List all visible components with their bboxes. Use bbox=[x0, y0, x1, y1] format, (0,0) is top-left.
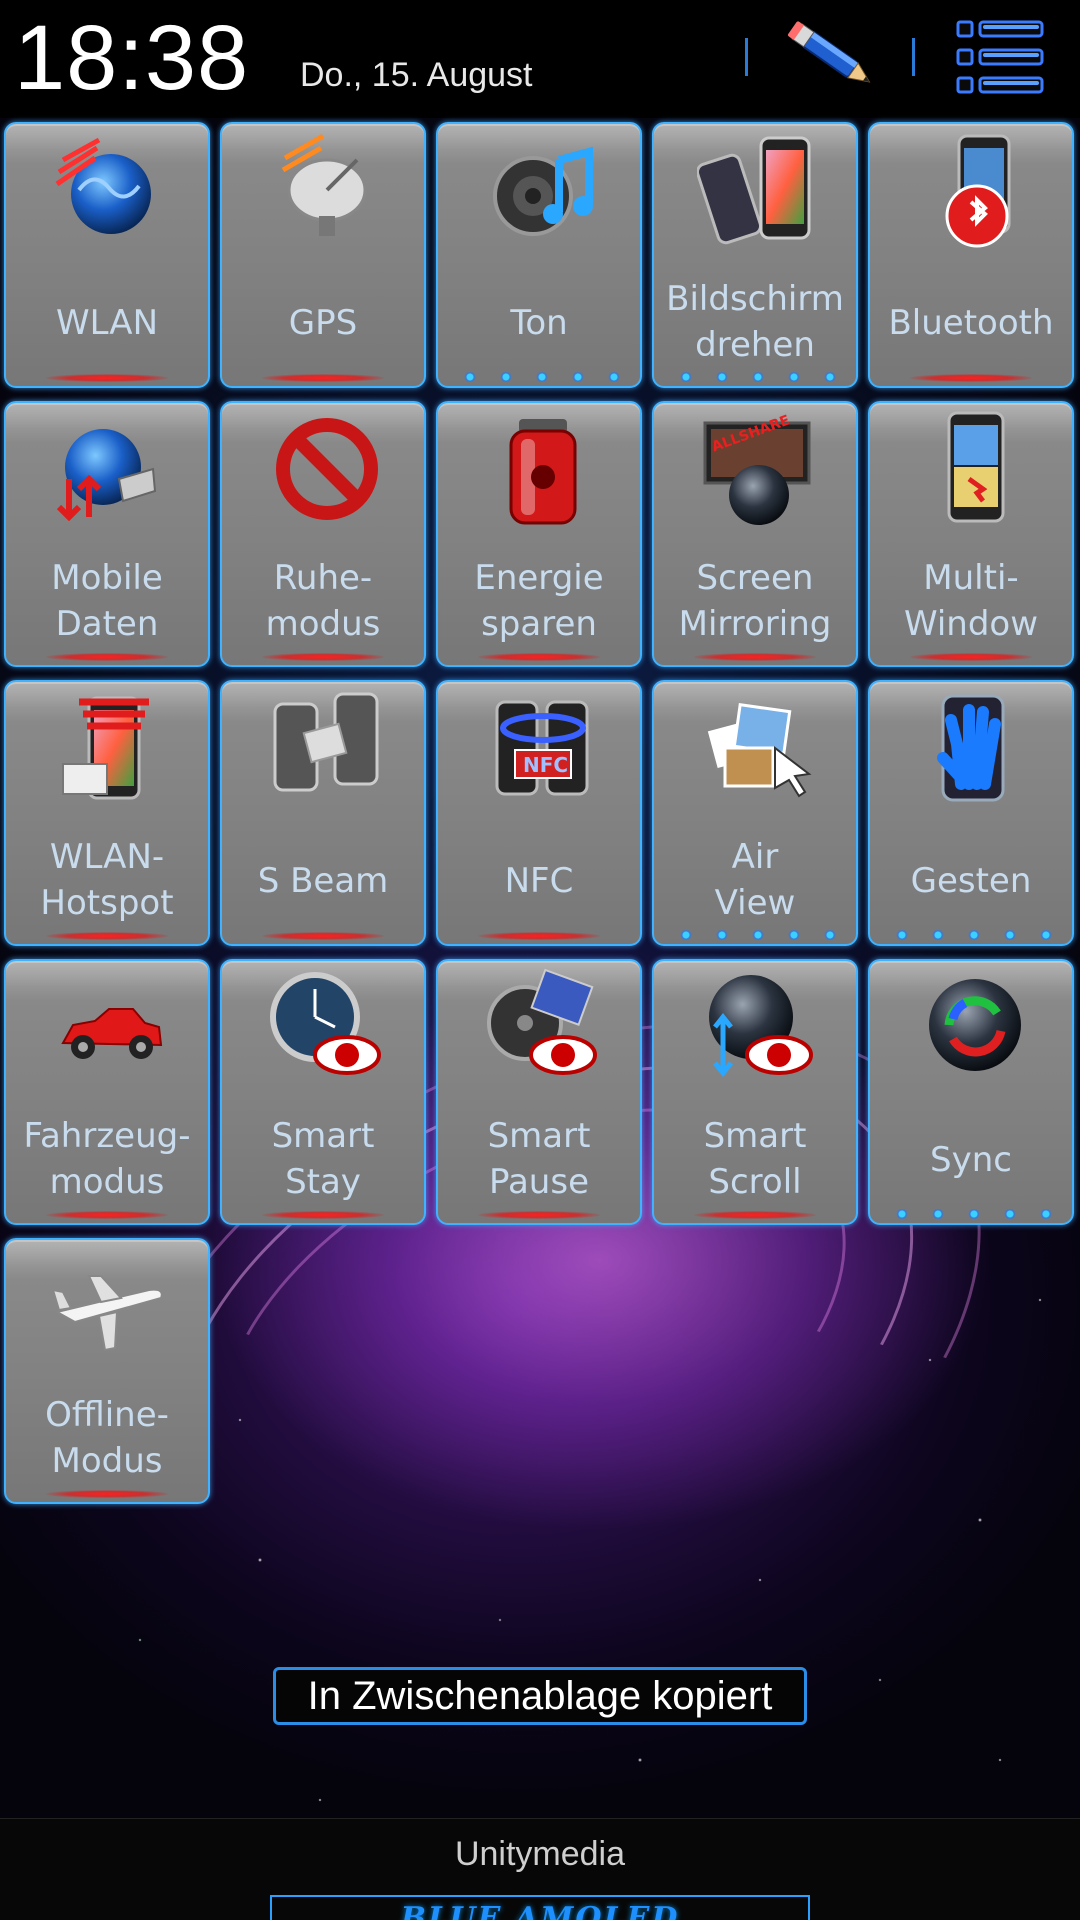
status-indicator-red bbox=[262, 374, 384, 382]
tile-label: Mobile Daten bbox=[51, 558, 163, 644]
brand-logo: BLUE AMOLED bbox=[400, 1901, 680, 1920]
quick-toggle-tile[interactable]: Air View bbox=[652, 680, 858, 946]
tile-label: Screen Mirroring bbox=[678, 558, 832, 644]
smart-scroll-eye-icon bbox=[697, 967, 817, 1087]
tile-label: Sync bbox=[930, 1140, 1012, 1180]
quick-toggle-tile[interactable]: Bildschirm drehen bbox=[652, 122, 858, 388]
hand-gesture-icon bbox=[913, 688, 1033, 808]
tile-label: Smart Stay bbox=[271, 1116, 375, 1202]
divider bbox=[912, 38, 915, 76]
svg-text:NFC: NFC bbox=[523, 753, 568, 777]
status-indicator-blue bbox=[668, 372, 842, 382]
tile-label: Ton bbox=[510, 303, 568, 343]
tile-label: Energie sparen bbox=[474, 558, 604, 644]
quick-toggle-tile[interactable]: ALLSHARE Screen Mirroring bbox=[652, 401, 858, 667]
tile-label: NFC bbox=[504, 861, 574, 901]
quick-toggle-tile[interactable]: Multi- Window bbox=[868, 401, 1074, 667]
quick-toggle-tile[interactable]: GPS bbox=[220, 122, 426, 388]
quick-toggle-tile[interactable]: Smart Stay bbox=[220, 959, 426, 1225]
quick-toggle-tile[interactable]: Smart Pause bbox=[436, 959, 642, 1225]
quick-toggle-tile[interactable]: Energie sparen bbox=[436, 401, 642, 667]
status-indicator-blue bbox=[452, 372, 626, 382]
smart-pause-eye-icon bbox=[481, 967, 601, 1087]
tile-label: Smart Pause bbox=[487, 1116, 591, 1202]
quick-toggle-tile[interactable]: Mobile Daten bbox=[4, 401, 210, 667]
footer: Unitymedia BLUE AMOLED bbox=[0, 1818, 1080, 1920]
status-indicator-red bbox=[694, 653, 816, 661]
car-icon bbox=[49, 967, 169, 1087]
status-indicator-blue bbox=[668, 930, 842, 940]
mobile-data-icon bbox=[49, 409, 169, 529]
status-header: 18:38 Do., 15. August bbox=[0, 0, 1080, 118]
quick-toggle-tile[interactable]: Gesten bbox=[868, 680, 1074, 946]
status-indicator-red bbox=[262, 932, 384, 940]
tile-label: Offline- Modus bbox=[45, 1395, 169, 1481]
status-indicator-red bbox=[46, 653, 168, 661]
satellite-dish-icon bbox=[265, 130, 385, 250]
status-indicator-red bbox=[262, 1211, 384, 1219]
status-indicator-red bbox=[46, 374, 168, 382]
tile-label: Air View bbox=[714, 837, 796, 923]
divider bbox=[745, 38, 748, 76]
screen-rotate-icon bbox=[695, 130, 817, 250]
quick-toggle-tile[interactable]: Sync bbox=[868, 959, 1074, 1225]
status-indicator-blue bbox=[884, 930, 1058, 940]
quick-toggle-tile[interactable]: S Beam bbox=[220, 680, 426, 946]
screen-mirroring-icon: ALLSHARE bbox=[697, 409, 817, 529]
smart-stay-eye-icon bbox=[265, 967, 385, 1087]
airplane-icon bbox=[49, 1246, 169, 1366]
hotspot-icon bbox=[49, 688, 169, 808]
tile-label: S Beam bbox=[257, 861, 389, 901]
date: Do., 15. August bbox=[300, 56, 533, 94]
status-indicator-red bbox=[694, 1211, 816, 1219]
tile-label: WLAN bbox=[55, 303, 159, 343]
status-indicator-red bbox=[46, 1211, 168, 1219]
quick-toggle-tile[interactable]: Ruhe- modus bbox=[220, 401, 426, 667]
edit-button[interactable] bbox=[780, 16, 880, 100]
quick-toggle-tile[interactable]: NFC NFC bbox=[436, 680, 642, 946]
toast-message: In Zwischenablage kopiert bbox=[273, 1667, 807, 1725]
status-indicator-red bbox=[46, 1490, 168, 1498]
status-indicator-red bbox=[46, 932, 168, 940]
status-indicator-red bbox=[478, 653, 600, 661]
tile-label: GPS bbox=[288, 303, 358, 343]
status-indicator-blue bbox=[884, 1209, 1058, 1219]
nfc-icon: NFC bbox=[481, 688, 601, 808]
tile-label: Gesten bbox=[910, 861, 1032, 901]
status-indicator-red bbox=[478, 1211, 600, 1219]
status-indicator-red bbox=[910, 374, 1032, 382]
bluetooth-icon bbox=[913, 130, 1033, 250]
s-beam-icon bbox=[265, 688, 385, 808]
carrier-name: Unitymedia bbox=[454, 1835, 626, 1873]
quick-toggle-tile[interactable]: WLAN bbox=[4, 122, 210, 388]
quick-toggle-tile[interactable]: Offline- Modus bbox=[4, 1238, 210, 1504]
tile-label: Bildschirm drehen bbox=[666, 279, 844, 365]
status-indicator-red bbox=[910, 653, 1032, 661]
no-sign-icon bbox=[265, 409, 385, 529]
menu-button[interactable] bbox=[950, 16, 1050, 100]
quick-toggle-tile[interactable]: WLAN- Hotspot bbox=[4, 680, 210, 946]
tile-label: Smart Scroll bbox=[703, 1116, 807, 1202]
tile-label: Fahrzeug- modus bbox=[23, 1116, 191, 1202]
tile-label: Multi- Window bbox=[903, 558, 1039, 644]
tile-label: Ruhe- modus bbox=[265, 558, 381, 644]
list-icon bbox=[956, 20, 1044, 94]
clock: 18:38 bbox=[14, 7, 250, 109]
status-indicator-red bbox=[478, 932, 600, 940]
tile-label: Bluetooth bbox=[888, 303, 1054, 343]
multi-window-icon bbox=[913, 409, 1033, 529]
pencil-icon bbox=[788, 21, 871, 83]
wifi-globe-icon bbox=[49, 130, 169, 250]
air-view-icon bbox=[697, 688, 817, 808]
tile-label: WLAN- Hotspot bbox=[40, 837, 174, 923]
status-indicator-red bbox=[262, 653, 384, 661]
quick-toggle-tile[interactable]: Smart Scroll bbox=[652, 959, 858, 1225]
sync-icon bbox=[913, 967, 1033, 1087]
quick-toggle-tile[interactable]: Fahrzeug- modus bbox=[4, 959, 210, 1225]
battery-icon bbox=[481, 409, 601, 529]
quick-toggle-tile[interactable]: Bluetooth bbox=[868, 122, 1074, 388]
notification-panel: 18:38 Do., 15. August WLAN GPS Ton Bilds… bbox=[0, 0, 1080, 1920]
quick-toggle-tile[interactable]: Ton bbox=[436, 122, 642, 388]
speaker-music-icon bbox=[481, 130, 601, 250]
